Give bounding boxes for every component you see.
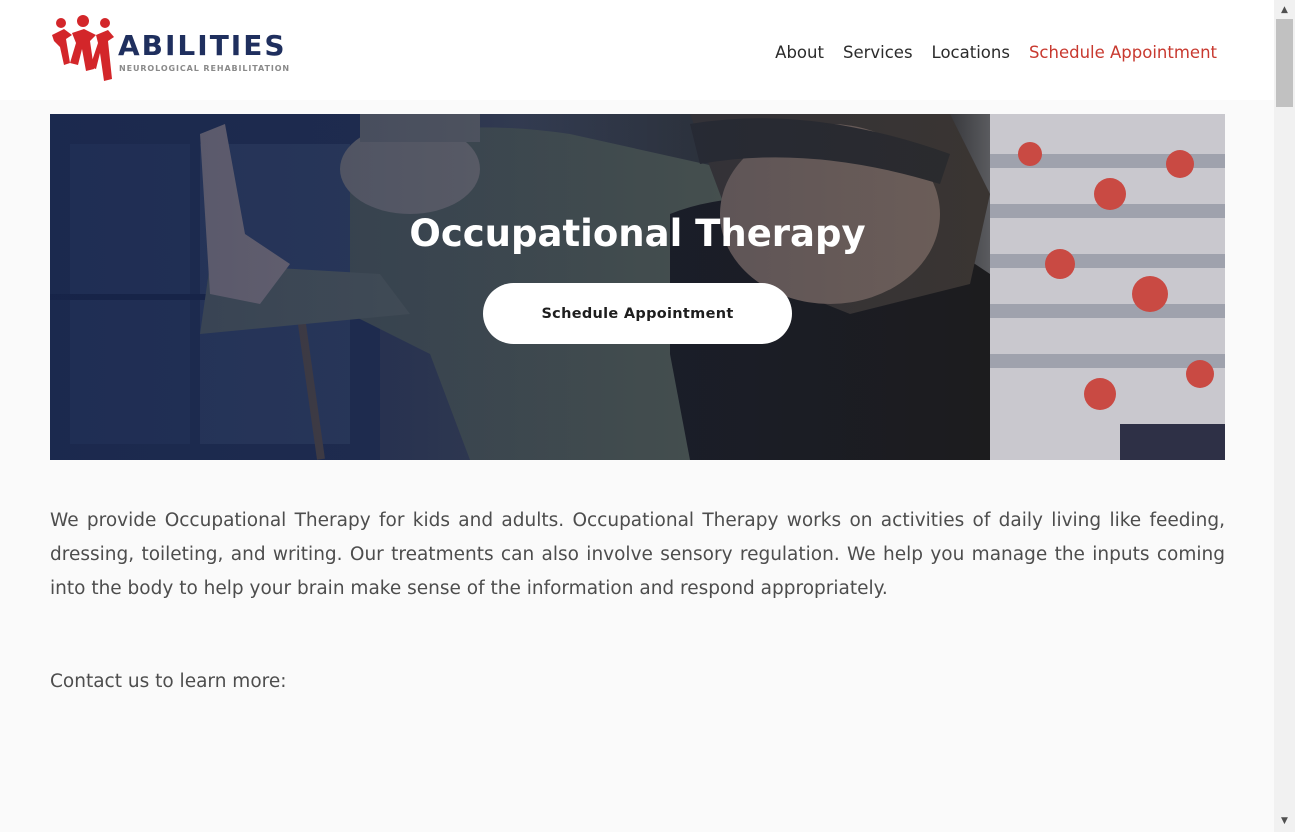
nav-services[interactable]: Services <box>843 41 913 65</box>
page: ABILITIES NEUROLOGICAL REHABILITATION Ab… <box>0 0 1274 832</box>
page-title: Occupational Therapy <box>409 212 866 255</box>
intro-paragraph: We provide Occupational Therapy for kids… <box>50 510 1225 599</box>
arrow-up-icon[interactable]: ▲ <box>1274 2 1295 19</box>
nav-about[interactable]: About <box>775 41 824 65</box>
hero-banner: Occupational Therapy Schedule Appointmen… <box>50 114 1225 460</box>
arrow-down-icon[interactable]: ▼ <box>1274 813 1295 830</box>
main-content: We provide Occupational Therapy for kids… <box>50 504 1225 606</box>
main-nav: About Services Locations Schedule Appoin… <box>775 41 1217 65</box>
logo-tagline: NEUROLOGICAL REHABILITATION <box>119 64 291 73</box>
site-header: ABILITIES NEUROLOGICAL REHABILITATION Ab… <box>0 0 1274 100</box>
logo[interactable]: ABILITIES NEUROLOGICAL REHABILITATION <box>50 13 310 85</box>
contact-heading: Contact us to learn more: <box>50 671 287 692</box>
nav-locations[interactable]: Locations <box>932 41 1010 65</box>
scrollbar-thumb[interactable] <box>1276 19 1293 107</box>
logo-wordmark: ABILITIES <box>118 29 287 62</box>
nav-schedule-appointment[interactable]: Schedule Appointment <box>1029 41 1217 65</box>
figures-logo-icon <box>52 15 114 81</box>
schedule-appointment-button[interactable]: Schedule Appointment <box>483 283 792 344</box>
page-scrollbar[interactable]: ▲ ▼ <box>1274 0 1295 832</box>
